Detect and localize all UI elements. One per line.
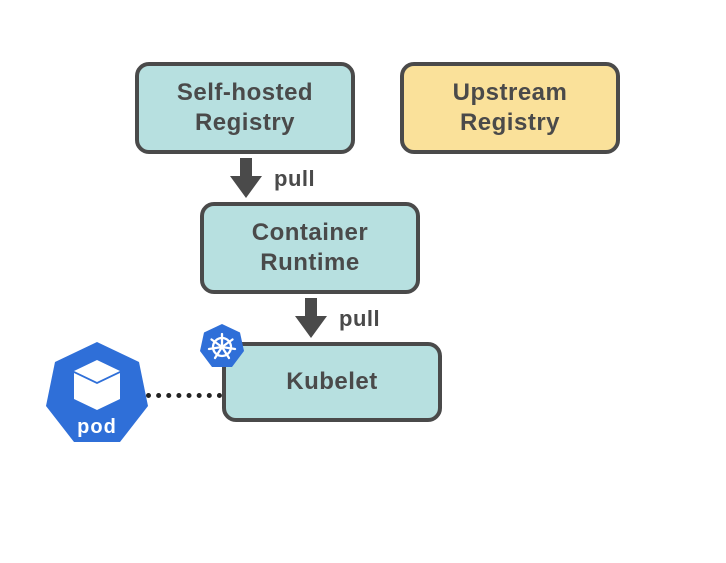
box-container-runtime: Container Runtime	[200, 202, 420, 294]
diagram-stage: Self-hosted Registry Upstream Registry p…	[0, 0, 726, 563]
dotted-connector	[146, 393, 222, 398]
arrow-pull-2: pull	[293, 298, 380, 340]
box-label: Upstream Registry	[453, 78, 568, 138]
box-label: Self-hosted Registry	[177, 78, 313, 138]
line1: Self-hosted	[177, 79, 313, 106]
pod-icon: pod	[42, 338, 152, 448]
box-upstream-registry: Upstream Registry	[400, 62, 620, 154]
arrow-pull-1: pull	[228, 158, 315, 200]
line1: Upstream	[453, 79, 568, 106]
box-kubelet: Kubelet	[222, 342, 442, 422]
box-label: Container Runtime	[252, 218, 369, 278]
line2: Runtime	[260, 249, 360, 276]
arrow-down-icon	[293, 298, 329, 340]
box-self-hosted-registry: Self-hosted Registry	[135, 62, 355, 154]
line2: Registry	[460, 109, 560, 136]
box-label: Kubelet	[286, 367, 378, 397]
kubernetes-wheel-icon	[198, 322, 246, 370]
line1: Container	[252, 219, 369, 246]
arrow-label: pull	[339, 306, 380, 332]
line2: Registry	[195, 109, 295, 136]
arrow-label: pull	[274, 166, 315, 192]
pod-label: pod	[42, 416, 152, 439]
arrow-down-icon	[228, 158, 264, 200]
